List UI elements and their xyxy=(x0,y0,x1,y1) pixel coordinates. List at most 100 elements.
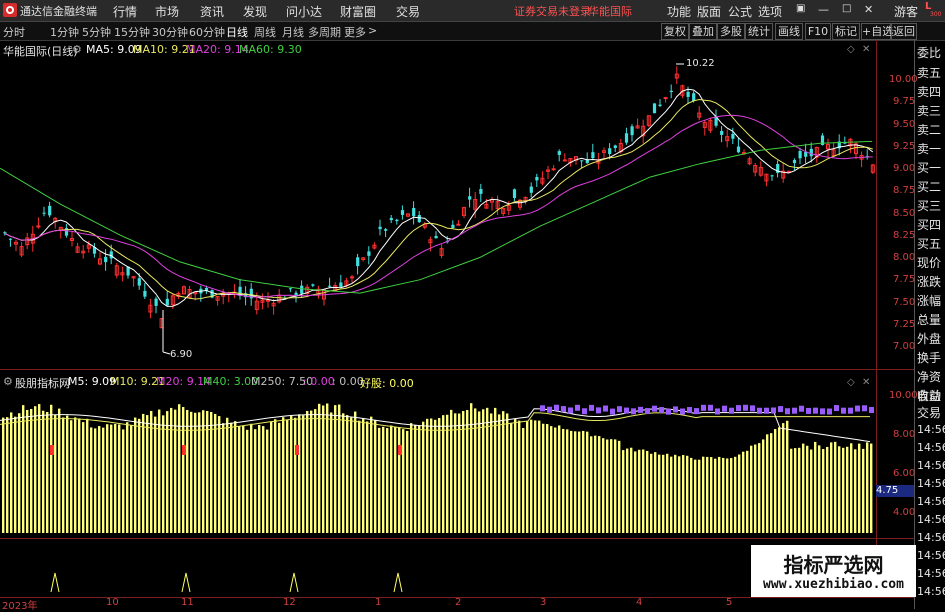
candle-body xyxy=(104,256,108,263)
sub-bar xyxy=(586,431,589,533)
sub-tick: 6.00 xyxy=(893,468,916,479)
sub-bar xyxy=(358,420,361,533)
quote-label[interactable]: 总量 xyxy=(917,311,941,328)
quote-label[interactable]: 卖三 xyxy=(917,102,941,119)
chart-canvas[interactable]: ◇ ✕ ◇ ✕ xyxy=(0,0,945,609)
sub-bar xyxy=(38,404,41,533)
quote-label[interactable]: 卖一 xyxy=(917,140,941,157)
sub-bar xyxy=(370,416,373,533)
quote-label[interactable]: 委比 xyxy=(917,44,941,61)
sub-bar xyxy=(10,412,13,533)
candle-body xyxy=(367,251,371,256)
quote-label[interactable]: 买四 xyxy=(917,216,941,233)
sub-band-block xyxy=(652,405,657,412)
candle-body xyxy=(154,298,158,306)
candle-body xyxy=(378,226,382,230)
sub-bar xyxy=(522,428,525,533)
quote-label[interactable]: 卖二 xyxy=(917,121,941,138)
candle-body xyxy=(562,159,567,162)
sub-bar xyxy=(62,417,65,533)
sub-bar xyxy=(150,410,153,533)
candle-body xyxy=(686,91,690,97)
candle-body xyxy=(311,284,315,286)
sub-bar xyxy=(26,410,29,533)
sub-band-block xyxy=(778,406,783,413)
sub-band-block xyxy=(764,407,769,414)
date-axis: 2023年 10 11 12 1 2 3 4 5 xyxy=(0,597,915,612)
sub-bar xyxy=(646,450,649,533)
sub-bar xyxy=(246,429,249,533)
candlestick-series xyxy=(3,66,875,329)
sub-bar xyxy=(50,404,53,533)
quote-label[interactable]: 现价 xyxy=(917,254,941,271)
date-tick: 4 xyxy=(636,597,643,608)
price-tick: 8.25 xyxy=(893,230,916,241)
sub-bar xyxy=(18,413,21,533)
sub-bar xyxy=(490,413,493,533)
sub-bar xyxy=(774,429,777,533)
main-toggle-icons[interactable]: ◇ ✕ ◇ ✕ xyxy=(847,44,870,388)
sub-bar xyxy=(510,422,513,533)
sub-band-block xyxy=(645,408,650,415)
sub-bar xyxy=(82,422,85,533)
quote-label[interactable]: 买二 xyxy=(917,178,941,195)
sub-bar xyxy=(550,426,553,533)
m40-label: M40: 3.00 xyxy=(203,375,259,388)
sub-bar xyxy=(810,449,813,533)
quote-label[interactable]: 买三 xyxy=(917,197,941,214)
price-tick: 9.25 xyxy=(893,141,916,152)
price-tick: 8.75 xyxy=(893,185,916,196)
ma20-line xyxy=(4,114,873,298)
tick-time: 14:56 xyxy=(917,549,945,562)
date-tick: 12 xyxy=(283,597,296,608)
sub-bar xyxy=(6,417,9,533)
sub-bar xyxy=(618,440,621,533)
sub-bar xyxy=(442,415,445,533)
candle-body xyxy=(384,229,388,231)
sub-band-block xyxy=(771,407,776,414)
quote-label[interactable]: 涨幅 xyxy=(917,292,941,309)
auto-toggle[interactable]: 自动 xyxy=(917,387,941,404)
sub-band-block xyxy=(785,408,790,415)
quote-label[interactable]: 净资 xyxy=(917,368,941,385)
tick-time: 14:56 xyxy=(917,567,945,580)
quote-label[interactable]: 买五 xyxy=(917,235,941,252)
sub-bar xyxy=(118,424,121,533)
quote-label[interactable]: 卖五 xyxy=(917,64,941,81)
quote-label[interactable]: 外盘 xyxy=(917,330,941,347)
quote-label[interactable]: 涨跌 xyxy=(917,273,941,290)
sub-bar xyxy=(706,456,709,533)
quote-label[interactable]: 换手 xyxy=(917,349,941,366)
tick-time: 14:56 xyxy=(917,585,945,598)
sub-bar xyxy=(310,410,313,533)
settings-icon[interactable]: ⚙ xyxy=(72,43,82,56)
sub-bar xyxy=(470,403,473,533)
sub-band-block xyxy=(708,404,713,411)
trade-detail-title[interactable]: 交易 xyxy=(917,404,941,421)
sub-bar xyxy=(266,429,269,533)
sub-bar xyxy=(554,427,557,533)
candle-body xyxy=(479,188,483,194)
candle-body xyxy=(412,207,416,217)
sub-bar xyxy=(714,458,717,533)
svg-text:◇: ◇ xyxy=(847,44,855,55)
chart-grid xyxy=(0,40,915,609)
candle-body xyxy=(580,160,584,162)
sub-bar xyxy=(178,404,181,533)
quote-label[interactable]: 买一 xyxy=(917,159,941,176)
date-tick: 3 xyxy=(540,597,547,608)
date-tick: 11 xyxy=(181,597,194,608)
sub-settings-icon[interactable]: ⚙ xyxy=(3,375,13,388)
ma5-line xyxy=(4,88,874,307)
quote-label[interactable]: 卖四 xyxy=(917,83,941,100)
sub-bar xyxy=(286,419,289,533)
sub-band-block xyxy=(540,405,545,412)
sub-band-block xyxy=(841,407,846,414)
candle-body xyxy=(535,176,539,181)
sub-band-block xyxy=(638,406,643,413)
date-tick: 2023年 xyxy=(2,601,38,612)
sub-band-block xyxy=(575,404,580,411)
sub-bar xyxy=(294,417,297,533)
sub-bar xyxy=(478,411,481,533)
sub-bar xyxy=(122,429,125,533)
